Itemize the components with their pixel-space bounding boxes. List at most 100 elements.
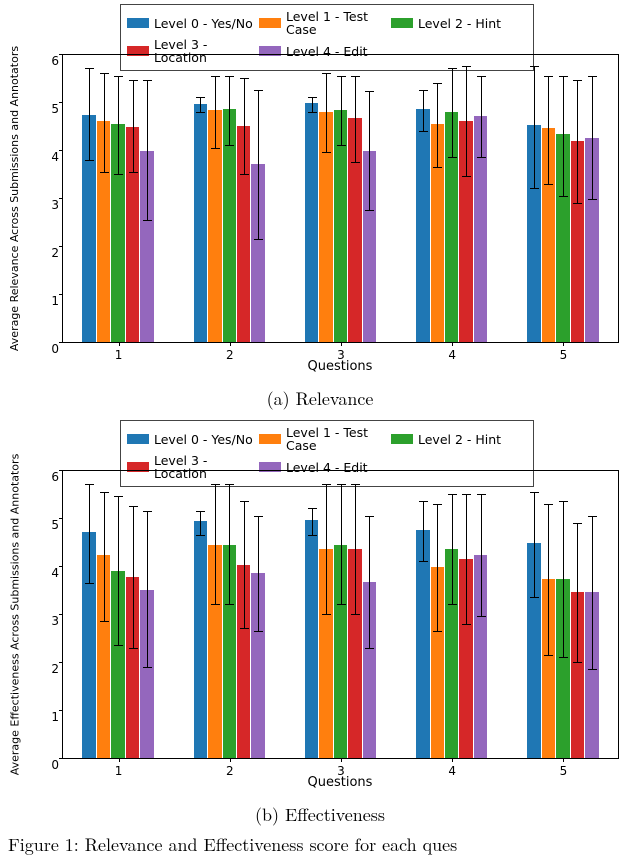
error-bar [437,83,438,167]
legend-item: Level 0 - Yes/No [127,9,259,37]
page: Level 0 - Yes/No Level 1 - Test Case Level… [0,0,640,859]
ylabel-b: Average Effectiveness Across Submissions… [8,470,22,758]
error-bar [118,76,119,174]
legend-chip-icon [127,434,149,444]
error-bar [215,76,216,148]
y-tick-label: 5 [35,102,59,116]
caption-b: (b) Effectiveness [0,802,640,827]
legend-label: Level 1 - Test Case [286,10,391,36]
error-bar [89,484,90,582]
y-tick-label: 6 [35,54,59,68]
error-bar [341,484,342,604]
error-bar [534,66,535,188]
error-bar [244,78,245,174]
error-bar [104,492,105,622]
bar [416,109,429,342]
y-tick-label: 1 [35,710,59,724]
error-bar [147,511,148,667]
y-tick-label: 6 [35,470,59,484]
error-bar [548,76,549,184]
error-bar [133,80,134,171]
legend-chip-icon [391,434,413,444]
error-bar [89,68,90,159]
error-bar [200,511,201,535]
chart-panel-relevance: Level 0 - Yes/No Level 1 - Test Case Level… [0,0,640,378]
error-bar [592,76,593,199]
error-bar [133,506,134,648]
legend-item: Level 0 - Yes/No [127,425,259,453]
legend-label: Level 0 - Yes/No [154,17,253,30]
bar [305,103,318,342]
bar [194,521,207,758]
error-bar [215,484,216,604]
legend-chip-icon [127,18,149,28]
legend-chip-icon [259,434,281,444]
error-bar [326,73,327,152]
bar [305,520,318,758]
legend-item: Level 2 - Hint [391,425,523,453]
error-bar [258,90,259,239]
caption-a: (a) Relevance [0,386,640,411]
error-bar [423,90,424,131]
xlabel-a: Questions [62,359,618,374]
error-bar [534,492,535,598]
y-tick-label: 2 [35,246,59,260]
error-bar [452,68,453,157]
legend-label: Level 0 - Yes/No [154,433,253,446]
error-bar [118,496,119,645]
error-bar [437,504,438,631]
error-bar [548,504,549,655]
error-bar [229,76,230,146]
plot-area-a: 012345612345 [62,54,619,343]
y-tick-label: 2 [35,662,59,676]
error-bar [104,73,105,171]
error-bar [481,76,482,158]
error-bar [369,516,370,648]
legend-item: Level 1 - Test Case [259,425,391,453]
legend-label: Level 2 - Hint [418,433,501,446]
plot-area-b: 012345612345 [62,470,619,759]
y-tick-label: 5 [35,518,59,532]
error-bar [466,494,467,624]
error-bar [577,80,578,202]
bar [416,530,429,758]
error-bar [229,484,230,604]
xlabel-b: Questions [62,775,618,790]
error-bar [312,508,313,534]
error-bar [147,80,148,219]
legend-item: Level 2 - Hint [391,9,523,37]
error-bar [563,501,564,657]
bar [194,104,207,342]
error-bar [481,494,482,616]
y-tick-label: 3 [35,198,59,212]
error-bar [312,97,313,111]
chart-panel-effectiveness: Level 0 - Yes/No Level 1 - Test Case Level… [0,416,640,794]
error-bar [341,76,342,146]
error-bar [326,484,327,614]
error-bar [563,76,564,196]
y-tick-label: 3 [35,614,59,628]
y-tick-label: 1 [35,294,59,308]
error-bar [423,501,424,561]
error-bar [466,66,467,176]
error-bar [355,76,356,162]
y-tick-label: 0 [35,342,59,356]
figure-caption-line: Figure 1: Relevance and Effectiveness sc… [0,832,640,857]
error-bar [592,516,593,670]
y-tick-label: 4 [35,566,59,580]
legend-label: Level 2 - Hint [418,17,501,30]
legend-chip-icon [391,18,413,28]
ylabel-a: Average Relevance Across Submissions and… [8,54,22,342]
legend-chip-icon [259,18,281,28]
y-tick-label: 0 [35,758,59,772]
error-bar [258,516,259,631]
error-bar [452,494,453,604]
error-bar [369,91,370,210]
error-bar [244,501,245,628]
legend-item: Level 1 - Test Case [259,9,391,37]
legend-label: Level 1 - Test Case [286,426,391,452]
error-bar [577,523,578,662]
error-bar [355,484,356,614]
error-bar [200,97,201,111]
y-tick-label: 4 [35,150,59,164]
